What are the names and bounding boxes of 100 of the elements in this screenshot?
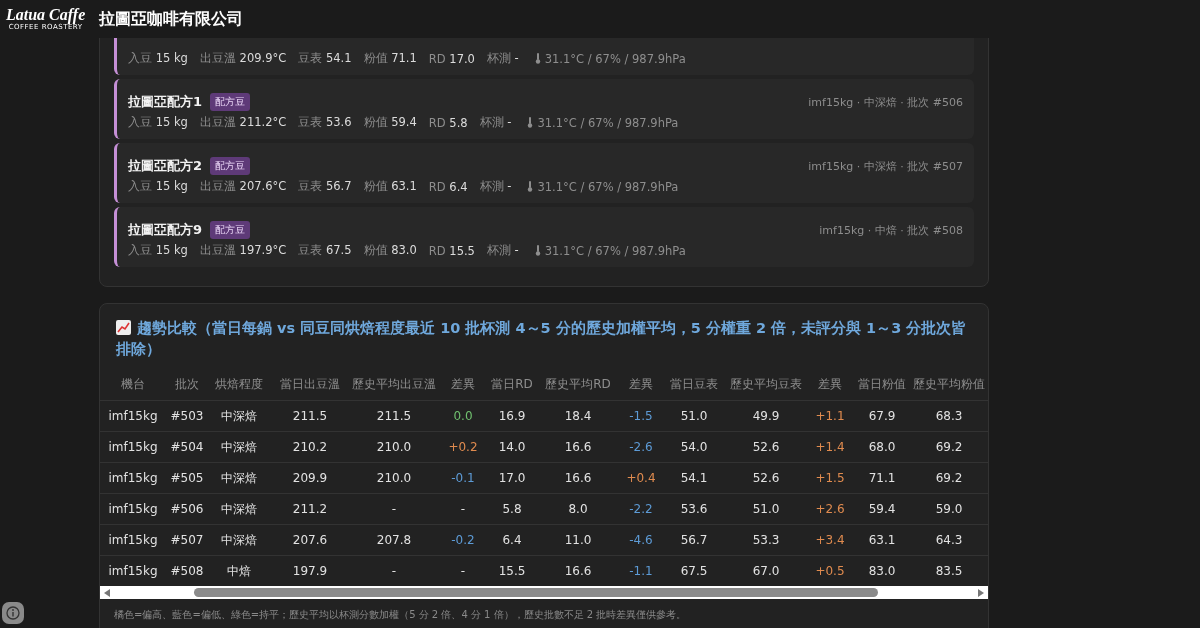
table-cell: 53.6 [662, 493, 726, 525]
blend-tag: 配方豆 [210, 93, 251, 111]
batch-stat: RD 15.5 [428, 243, 475, 258]
table-cell: 52.6 [726, 431, 806, 463]
batch-meta: imf15kg · 中深焙 · 批次 #506 [808, 94, 963, 110]
batch-name: 拉圖亞配方1 [128, 93, 203, 111]
table-cell: 16.6 [536, 431, 620, 463]
trend-title: 趨勢比較（當日每鍋 vs 同豆同烘焙程度最近 10 批杯測 4～5 分的歷史加權平均，5 分權重 2 倍，未評分與 1～3 分批次皆排除） [115, 319, 968, 359]
table-cell: 54.0 [662, 431, 726, 463]
table-cell: 68.3 [910, 400, 988, 432]
table-cell: 56.7 [662, 524, 726, 556]
table-cell: 8.0 [536, 493, 620, 525]
blend-tag: 配方豆 [210, 221, 251, 239]
table-cell: +0.2 [438, 431, 488, 463]
batch-meta: imf15kg · 中深焙 · 批次 #507 [808, 158, 963, 174]
batch-card[interactable]: 入豆 15 kg 出豆溫 209.9°C 豆表 54.1 粉值 71.1 RD 17.0 杯測 - 31.1°C / 67% / 987.9hPa [114, 38, 974, 75]
batch-stat: 杯測 - [479, 115, 512, 130]
table-cell: 中深焙 [208, 400, 270, 432]
batch-stat: 杯測 - [486, 51, 519, 66]
batch-card[interactable]: 拉圖亞配方9 配方豆 imf15kg · 中焙 · 批次 #508 入豆 15 kg 出豆溫 197.9°C 豆表 67.5 粉值 83.0 RD 15.5 杯測 - 31.1°C / 67% / 987.9hPa [114, 207, 974, 267]
batch-stat: 出豆溫 211.2°C [199, 115, 287, 130]
table-cell: 67.9 [854, 400, 910, 432]
table-cell: imf15kg [100, 400, 166, 432]
table-cell: 5.8 [488, 493, 536, 525]
table-cell: +3.4 [806, 524, 854, 556]
batch-stat: 豆表 54.1 [298, 51, 352, 66]
table-cell: +1.4 [806, 431, 854, 463]
table-cell: 52.6 [726, 462, 806, 494]
column-header: 機台 [100, 368, 166, 401]
table-cell: 0.0 [438, 400, 488, 432]
table-cell: 68.0 [854, 431, 910, 463]
batch-card[interactable]: 拉圖亞配方1 配方豆 imf15kg · 中深焙 · 批次 #506 入豆 15 kg 出豆溫 211.2°C 豆表 53.6 粉值 59.4 RD 5.8 杯測 - 31.1°C / 67% / 987.9hPa [114, 79, 974, 139]
batch-stat: 入豆 15 kg [128, 51, 188, 66]
column-header: 差異 [438, 368, 488, 401]
table-cell: -0.2 [438, 524, 488, 556]
batch-stat: 出豆溫 207.6°C [199, 179, 287, 194]
table-cell: 14.0 [488, 431, 536, 463]
batch-stat: 豆表 67.5 [298, 243, 352, 258]
thermometer-icon [534, 245, 541, 256]
table-cell: imf15kg [100, 431, 166, 463]
table-cell: -1.5 [620, 400, 662, 432]
table-cell: 6.4 [488, 524, 536, 556]
table-cell: +1.5 [806, 462, 854, 494]
table-cell: #506 [166, 493, 208, 525]
table-cell: - [350, 493, 438, 525]
column-header: 當日出豆溫 [270, 368, 350, 401]
thermometer-icon [527, 117, 534, 128]
table-cell: #503 [166, 400, 208, 432]
table-cell: +2.6 [806, 493, 854, 525]
table-cell: 18.4 [536, 400, 620, 432]
table-cell: -4.6 [620, 524, 662, 556]
batch-stat: RD 17.0 [428, 51, 475, 66]
column-header: 當日RD [488, 368, 536, 401]
thermometer-icon [534, 53, 541, 64]
scroll-right-icon[interactable] [978, 588, 984, 597]
weather-reading: 31.1°C / 67% / 987.9hPa [537, 115, 679, 130]
horizontal-scrollbar[interactable] [100, 586, 988, 599]
table-cell: 51.0 [662, 400, 726, 432]
company-name: 拉圖亞咖啡有限公司 [99, 8, 244, 30]
batch-stat: RD 6.4 [428, 179, 468, 194]
table-cell: - [438, 493, 488, 525]
batch-card[interactable]: 拉圖亞配方2 配方豆 imf15kg · 中深焙 · 批次 #507 入豆 15 kg 出豆溫 207.6°C 豆表 56.7 粉值 63.1 RD 6.4 杯測 - 31.1°C / 67% / 987.9hPa [114, 143, 974, 203]
table-cell: 16.9 [488, 400, 536, 432]
column-header: 批次 [166, 368, 208, 401]
thermometer-icon [527, 181, 534, 192]
table-cell: 209.9 [270, 462, 350, 494]
scrollbar-thumb[interactable] [194, 588, 878, 597]
table-cell: 210.0 [350, 431, 438, 463]
table-cell: 210.2 [270, 431, 350, 463]
batch-stat: 粉值 83.0 [363, 243, 417, 258]
legend-note: 橘色=偏高、藍色=偏低、綠色=持平；歷史平均以杯測分數加權（5 分 2 倍、4 分 1 倍），歷史批數不足 2 批時差異僅供參考。 [113, 608, 688, 622]
blend-tag: 配方豆 [210, 157, 251, 175]
batch-stat: 粉值 59.4 [363, 115, 417, 130]
table-cell: imf15kg [100, 524, 166, 556]
table-cell: 53.3 [726, 524, 806, 556]
table-cell: 69.2 [910, 462, 988, 494]
table-cell: 51.0 [726, 493, 806, 525]
table-cell: 11.0 [536, 524, 620, 556]
column-header: 當日豆表 [662, 368, 726, 401]
column-header: 歷史平均RD [536, 368, 620, 401]
info-button[interactable] [2, 602, 24, 624]
table-cell: 16.6 [536, 462, 620, 494]
table-cell: imf15kg [100, 462, 166, 494]
table-cell: 中深焙 [208, 493, 270, 525]
table-cell: 63.1 [854, 524, 910, 556]
batch-stat: 入豆 15 kg [128, 115, 188, 130]
batch-stat: RD 5.8 [428, 115, 468, 130]
weather-reading: 31.1°C / 67% / 987.9hPa [537, 179, 679, 194]
column-header: 歷史平均出豆溫 [350, 368, 438, 401]
batch-stat: 杯測 - [479, 179, 512, 194]
column-header: 烘焙程度 [208, 368, 270, 401]
scroll-left-icon[interactable] [104, 588, 110, 597]
batch-stat: 出豆溫 209.9°C [199, 51, 287, 66]
table-cell: 中深焙 [208, 524, 270, 556]
batch-stat: 粉值 63.1 [363, 179, 417, 194]
table-cell: 71.1 [854, 462, 910, 494]
weather-reading: 31.1°C / 67% / 987.9hPa [544, 243, 686, 258]
column-header: 歷史平均豆表 [726, 368, 806, 401]
table-cell: 210.0 [350, 462, 438, 494]
table-cell: 211.5 [270, 400, 350, 432]
